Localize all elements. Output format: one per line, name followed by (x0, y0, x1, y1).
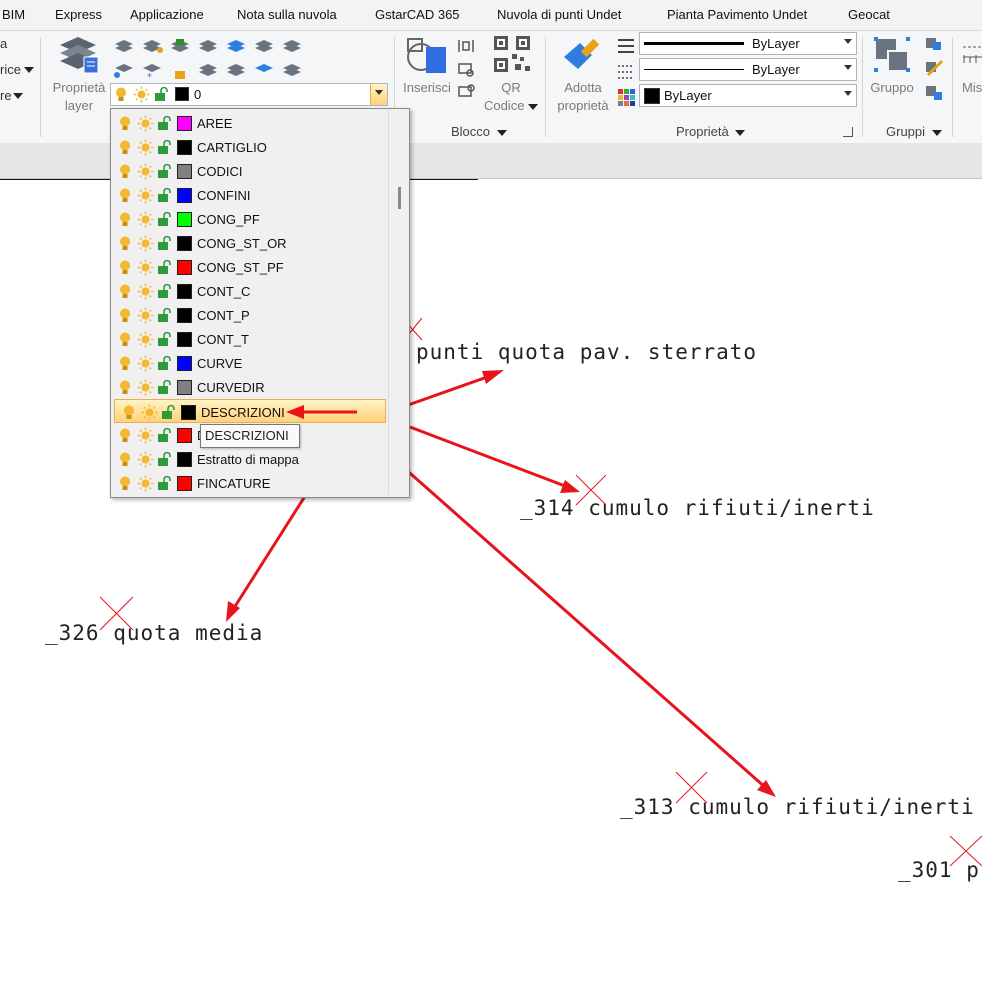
layer-name: CODICI (197, 164, 243, 179)
bulb-on-icon[interactable] (119, 452, 131, 470)
layer-name: CONT_P (197, 308, 250, 323)
layer-color-swatch[interactable] (177, 164, 192, 179)
layer-color-swatch[interactable] (181, 405, 196, 420)
layer-row[interactable]: DESCRIZIONI (114, 399, 386, 423)
layer-color-swatch[interactable] (177, 188, 192, 203)
layer-color-swatch[interactable] (177, 236, 192, 251)
sun-icon[interactable] (137, 259, 154, 279)
unlock-icon[interactable] (157, 379, 173, 398)
unlock-icon[interactable] (157, 475, 173, 494)
sun-icon[interactable] (137, 307, 154, 327)
sun-icon[interactable] (137, 211, 154, 231)
unlock-icon[interactable] (157, 163, 173, 182)
layer-row[interactable]: CURVE (111, 351, 387, 375)
bulb-on-icon[interactable] (119, 116, 131, 134)
layer-name-tooltip: DESCRIZIONI (200, 424, 300, 448)
dropdown-scrollbar[interactable] (388, 109, 409, 495)
layer-color-swatch[interactable] (177, 428, 192, 443)
layer-name: Estratto di mappa (197, 452, 299, 467)
sun-icon[interactable] (137, 331, 154, 351)
unlock-icon[interactable] (157, 331, 173, 350)
layer-name: CONG_PF (197, 212, 260, 227)
unlock-icon[interactable] (157, 139, 173, 158)
bulb-on-icon[interactable] (119, 212, 131, 230)
sun-icon[interactable] (137, 355, 154, 375)
layer-name: CONG_ST_OR (197, 236, 287, 251)
layer-row[interactable]: Estratto di mappa (111, 447, 387, 471)
layer-row[interactable]: CONG_ST_OR (111, 231, 387, 255)
layer-color-swatch[interactable] (177, 260, 192, 275)
layer-row[interactable]: CODICI (111, 159, 387, 183)
layer-name: DESCRIZIONI (201, 405, 285, 420)
unlock-icon[interactable] (157, 307, 173, 326)
layer-color-swatch[interactable] (177, 116, 192, 131)
scrollbar-thumb[interactable] (398, 187, 401, 209)
sun-icon[interactable] (137, 187, 154, 207)
layer-row[interactable]: CONT_T (111, 327, 387, 351)
unlock-icon[interactable] (157, 187, 173, 206)
sun-icon[interactable] (137, 427, 154, 447)
layer-color-swatch[interactable] (177, 380, 192, 395)
layer-color-swatch[interactable] (177, 140, 192, 155)
unlock-icon[interactable] (157, 235, 173, 254)
bulb-on-icon[interactable] (119, 236, 131, 254)
unlock-icon[interactable] (157, 355, 173, 374)
unlock-icon[interactable] (157, 427, 173, 446)
bulb-on-icon[interactable] (119, 356, 131, 374)
layer-row[interactable]: CARTIGLIO (111, 135, 387, 159)
bulb-on-icon[interactable] (119, 332, 131, 350)
bulb-on-icon[interactable] (119, 140, 131, 158)
unlock-icon[interactable] (157, 211, 173, 230)
layer-name: CURVE (197, 356, 243, 371)
layer-name: AREE (197, 116, 233, 131)
layer-color-swatch[interactable] (177, 284, 192, 299)
bulb-on-icon[interactable] (119, 260, 131, 278)
sun-icon[interactable] (137, 163, 154, 183)
layer-name: CONT_C (197, 284, 251, 299)
layer-name: CONG_ST_PF (197, 260, 284, 275)
bulb-on-icon[interactable] (119, 188, 131, 206)
bulb-on-icon[interactable] (119, 428, 131, 446)
layer-name: CARTIGLIO (197, 140, 267, 155)
layer-color-swatch[interactable] (177, 356, 192, 371)
sun-icon[interactable] (137, 115, 154, 135)
sun-icon[interactable] (137, 379, 154, 399)
layer-row[interactable]: CONFINI (111, 183, 387, 207)
layer-name: CURVEDIR (197, 380, 265, 395)
layer-row[interactable]: CONT_P (111, 303, 387, 327)
layer-color-swatch[interactable] (177, 308, 192, 323)
sun-icon[interactable] (137, 139, 154, 159)
bulb-on-icon[interactable] (123, 405, 135, 423)
sun-icon[interactable] (137, 235, 154, 255)
layer-color-swatch[interactable] (177, 332, 192, 347)
bulb-on-icon[interactable] (119, 284, 131, 302)
sun-icon[interactable] (137, 451, 154, 471)
layer-color-swatch[interactable] (177, 452, 192, 467)
layer-row[interactable]: CONG_PF (111, 207, 387, 231)
bulb-on-icon[interactable] (119, 308, 131, 326)
layer-row[interactable]: FINCATURE (111, 471, 387, 495)
unlock-icon[interactable] (157, 115, 173, 134)
unlock-icon[interactable] (157, 283, 173, 302)
unlock-icon[interactable] (161, 404, 177, 423)
sun-icon[interactable] (137, 475, 154, 495)
layer-name: CONFINI (197, 188, 251, 203)
layer-color-swatch[interactable] (177, 476, 192, 491)
sun-icon[interactable] (137, 283, 154, 303)
unlock-icon[interactable] (157, 259, 173, 278)
layer-color-swatch[interactable] (177, 212, 192, 227)
layer-row[interactable]: AREE (111, 111, 387, 135)
unlock-icon[interactable] (157, 451, 173, 470)
bulb-on-icon[interactable] (119, 164, 131, 182)
layer-name: FINCATURE (197, 476, 271, 491)
bulb-on-icon[interactable] (119, 476, 131, 494)
layer-name: CONT_T (197, 332, 249, 347)
layer-row[interactable]: CONT_C (111, 279, 387, 303)
bulb-on-icon[interactable] (119, 380, 131, 398)
sun-icon[interactable] (141, 404, 158, 424)
layer-row[interactable]: CONG_ST_PF (111, 255, 387, 279)
layer-row[interactable]: CURVEDIR (111, 375, 387, 399)
